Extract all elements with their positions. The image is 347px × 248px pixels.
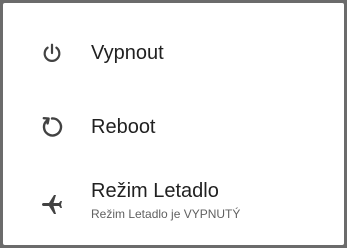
airplane-mode-label: Režim Letadlo (91, 180, 219, 202)
power-menu-dialog: Vypnout Reboot Režim Letadlo Režim Letad… (3, 3, 344, 245)
restart-icon (39, 114, 65, 140)
power-off-button[interactable]: Vypnout (3, 25, 344, 81)
reboot-label: Reboot (91, 116, 156, 138)
reboot-button[interactable]: Reboot (3, 99, 344, 155)
airplane-icon (39, 191, 65, 217)
power-off-label: Vypnout (91, 42, 164, 64)
airplane-mode-button[interactable]: Režim Letadlo Režim Letadlo je VYPNUTÝ (3, 171, 344, 233)
power-icon (39, 40, 65, 66)
airplane-mode-status: Režim Letadlo je VYPNUTÝ (91, 207, 241, 221)
